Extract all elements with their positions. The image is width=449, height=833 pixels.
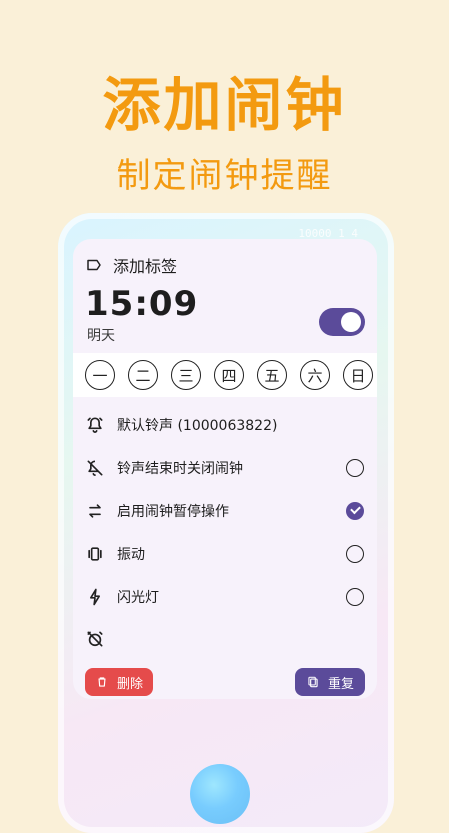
hero-title: 添加闹钟 [102, 71, 347, 139]
bell-off-icon [87, 460, 103, 476]
delete-label: 删除 [117, 676, 144, 692]
copy-icon [308, 676, 318, 688]
alarm-day: 明天 [87, 328, 115, 344]
flashlight-radio[interactable] [346, 588, 364, 606]
weekday-wed[interactable]: 三 [171, 360, 201, 390]
ringtone-label: 默认铃声 (1000063822) [117, 418, 278, 434]
weekday-sat[interactable]: 六 [300, 360, 330, 390]
floating-action-button[interactable] [190, 764, 250, 824]
ringtone-row[interactable]: 默认铃声 (1000063822) [85, 415, 277, 435]
alarm-off-icon [87, 631, 103, 647]
weekday-thu[interactable]: 四 [214, 360, 244, 390]
alarm-off-row[interactable] [85, 629, 105, 649]
add-label-row[interactable]: 添加标签 [85, 253, 177, 277]
weekday-selector: 一 二 三 四 五 六 日 [73, 353, 377, 397]
vibration-icon [88, 547, 102, 561]
repeat-button[interactable]: 重复 [295, 668, 365, 696]
snooze-enabled-row[interactable]: 启用闹钟暂停操作 [85, 501, 229, 521]
weekday-sun[interactable]: 日 [343, 360, 373, 390]
flashlight-label: 闪光灯 [117, 590, 159, 606]
vibration-row[interactable]: 振动 [85, 544, 145, 564]
alarm-enabled-toggle[interactable] [319, 308, 365, 336]
tag-icon [87, 259, 101, 271]
weekday-mon[interactable]: 一 [85, 360, 115, 390]
weekday-fri[interactable]: 五 [257, 360, 287, 390]
flash-icon [90, 588, 100, 606]
alarm-edit-card: 添加标签 15:09 明天 一 二 三 四 五 六 日 默认铃声 (100006… [73, 239, 377, 699]
delete-button[interactable]: 删除 [85, 668, 153, 696]
snooze-enabled-radio[interactable] [346, 502, 364, 520]
flashlight-row[interactable]: 闪光灯 [85, 587, 159, 607]
hero-subtitle: 制定闹钟提醒 [116, 156, 333, 196]
vibration-label: 振动 [117, 547, 145, 563]
alarm-bell-icon [87, 417, 103, 433]
add-label-text: 添加标签 [113, 257, 178, 276]
repeat-label: 重复 [327, 676, 354, 692]
weekday-tue[interactable]: 二 [128, 360, 158, 390]
alarm-time[interactable]: 15:09 [85, 284, 198, 324]
repeat-icon [89, 504, 101, 518]
snooze-enabled-label: 启用闹钟暂停操作 [117, 504, 229, 520]
vibration-radio[interactable] [346, 545, 364, 563]
dismiss-on-end-row[interactable]: 铃声结束时关闭闹钟 [85, 458, 243, 478]
dismiss-on-end-radio[interactable] [346, 459, 364, 477]
trash-icon [98, 677, 106, 687]
dismiss-on-end-label: 铃声结束时关闭闹钟 [117, 461, 243, 477]
